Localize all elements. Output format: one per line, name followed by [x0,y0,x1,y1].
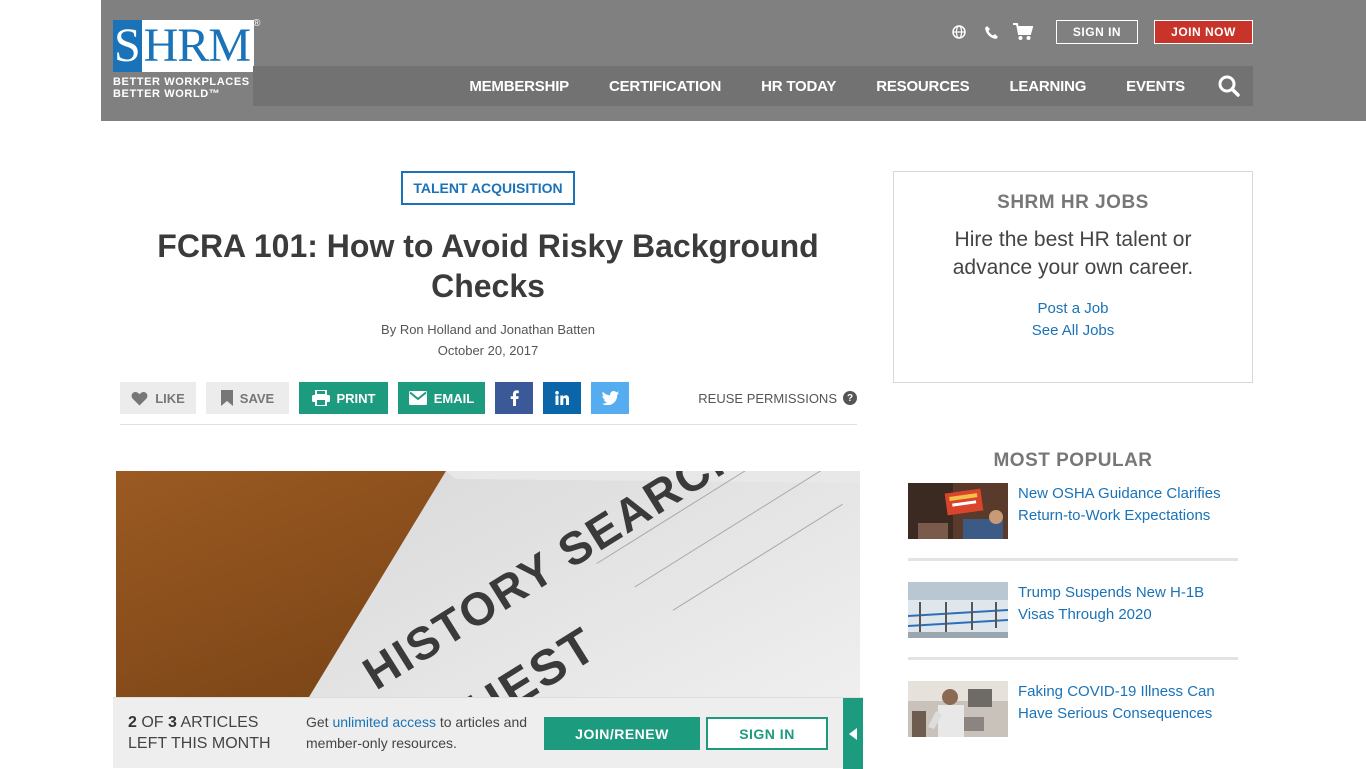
linkedin-share-button[interactable] [543,382,581,414]
save-label: SAVE [239,390,275,406]
post-a-job-link[interactable]: Post a Job [894,298,1252,320]
facebook-icon [510,390,519,406]
count-suffix: ARTICLES [180,714,259,731]
logo-registered: ® [253,18,261,29]
popular-item-link[interactable]: Faking COVID-19 Illness Can Have Serious… [1018,681,1238,725]
main-nav: MEMBERSHIP CERTIFICATION HR TODAY RESOUR… [253,66,1253,106]
header-sign-in-button[interactable]: SIGN IN [1056,20,1138,44]
twitter-share-button[interactable] [591,382,629,414]
email-label: EMAIL [433,390,475,406]
nav-certification[interactable]: CERTIFICATION [609,78,721,95]
nav-membership[interactable]: MEMBERSHIP [469,78,569,95]
share-toolbar: LIKE SAVE PRINT EMAIL REUSE PERMISSIONS … [120,382,857,425]
article-meta: By Ron Holland and Jonathan Batten Octob… [116,319,860,361]
hr-jobs-widget: SHRM HR JOBS Hire the best HR talent or … [893,171,1253,383]
see-all-jobs-link[interactable]: See All Jobs [894,320,1252,342]
popular-item-thumbnail [908,681,1008,737]
globe-icon[interactable] [948,21,970,43]
phone-icon[interactable] [980,21,1002,43]
help-icon: ? [843,391,857,405]
category-tag[interactable]: TALENT ACQUISITION [401,171,575,205]
email-button[interactable]: EMAIL [398,382,485,414]
article-title: FCRA 101: How to Avoid Risky Background … [157,228,819,304]
header-join-now-button[interactable]: JOIN NOW [1154,20,1253,44]
article-count: 2 OF 3 ARTICLES LEFT THIS MONTH [128,712,271,754]
unlimited-access-link[interactable]: unlimited access [332,714,436,730]
search-icon[interactable] [1217,74,1241,98]
popular-item-link[interactable]: New OSHA Guidance Clarifies Return-to-Wo… [1018,483,1238,527]
paywall-sign-in-button[interactable]: SIGN IN [706,717,828,750]
nav-resources[interactable]: RESOURCES [876,78,969,95]
printer-icon [311,390,330,406]
popular-item[interactable]: New OSHA Guidance Clarifies Return-to-Wo… [908,483,1238,561]
caret-left-icon [849,727,857,740]
nav-hr-today[interactable]: HR TODAY [761,78,836,95]
most-popular-title: MOST POPULAR [993,450,1153,471]
logo-letters: HRM [141,20,254,72]
popular-item-thumbnail [908,483,1008,539]
logo-tagline-1: BETTER WORKPLACES [113,76,250,88]
logo-mark: S HRM [113,20,254,72]
like-button[interactable]: LIKE [120,382,196,414]
like-label: LIKE [155,390,185,406]
count-used: 2 [128,714,137,731]
heart-icon [131,391,148,405]
popular-item[interactable]: Faking COVID-19 Illness Can Have Serious… [908,681,1238,759]
facebook-share-button[interactable] [495,382,533,414]
shrm-logo[interactable]: S HRM ® BETTER WORKPLACES BETTER WORLD™ [113,18,260,104]
reuse-permissions-label: REUSE PERMISSIONS [698,390,837,406]
utility-bar: SIGN IN JOIN NOW [948,20,1253,44]
count-line-2: LEFT THIS MONTH [128,735,271,752]
envelope-icon [408,391,427,405]
nav-learning[interactable]: LEARNING [1009,78,1086,95]
save-button[interactable]: SAVE [206,382,289,414]
popular-item-link[interactable]: Trump Suspends New H-1B Visas Through 20… [1018,582,1238,626]
cart-icon[interactable] [1012,21,1034,43]
hr-jobs-title: SHRM HR JOBS [997,192,1149,213]
nav-events[interactable]: EVENTS [1126,78,1185,95]
logo-tagline-2: BETTER WORLD™ [113,88,221,100]
bookmark-icon [220,390,233,406]
join-renew-button[interactable]: JOIN/RENEW [544,717,700,750]
logo-tagline: BETTER WORKPLACES BETTER WORLD™ [113,76,254,100]
article-date: October 20, 2017 [437,343,539,358]
paywall-message: Get unlimited access to articles and mem… [306,712,536,754]
hr-jobs-description: Hire the best HR talent or advance your … [952,228,1194,279]
article-byline: By Ron Holland and Jonathan Batten [381,322,595,337]
count-total: 3 [168,714,177,731]
reuse-permissions-link[interactable]: REUSE PERMISSIONS ? [698,382,857,414]
popular-item-thumbnail [908,582,1008,638]
count-of: OF [141,714,164,731]
popular-item[interactable]: Trump Suspends New H-1B Visas Through 20… [908,582,1238,660]
site-header: S HRM ® BETTER WORKPLACES BETTER WORLD™ … [101,0,1366,121]
linkedin-icon [555,391,569,405]
paywall-text-pre: Get [306,714,329,730]
print-button[interactable]: PRINT [299,382,388,414]
logo-letter-s: S [113,19,142,72]
hr-jobs-links: Post a Job See All Jobs [894,298,1252,342]
article-meter-bar: 2 OF 3 ARTICLES LEFT THIS MONTH Get unli… [113,697,863,769]
twitter-icon [601,391,619,405]
collapse-bar-button[interactable] [843,698,863,769]
print-label: PRINT [336,390,376,406]
